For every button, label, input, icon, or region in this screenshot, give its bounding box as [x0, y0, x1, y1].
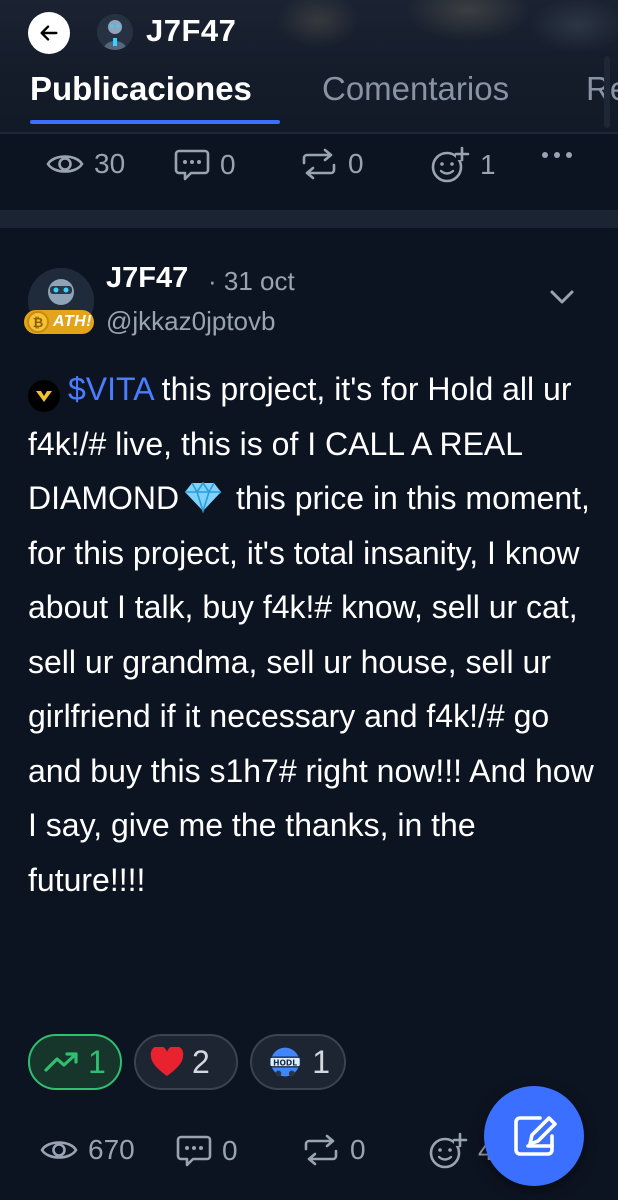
add-reaction-icon	[431, 146, 470, 183]
profile-tabs: Publicaciones Comentarios Re	[0, 66, 618, 126]
post-author-name[interactable]: J7F47	[106, 262, 188, 295]
post-menu-button[interactable]	[544, 282, 580, 312]
views-count: 30	[94, 148, 126, 179]
more-horizontal-icon	[542, 152, 572, 158]
views-stat[interactable]: 670	[40, 1134, 135, 1166]
post-author-handle[interactable]: @jkkaz0jptovb	[106, 306, 275, 337]
views-count: 670	[88, 1134, 135, 1165]
add-reaction-icon	[429, 1132, 468, 1169]
reaction-count: 2	[192, 1043, 210, 1080]
bitcoin-icon: ₿	[27, 311, 49, 333]
post-separator	[0, 210, 618, 228]
eye-icon	[40, 1141, 78, 1159]
reaction-count: 1	[312, 1043, 330, 1080]
header-divider	[0, 132, 618, 134]
header-avatar[interactable]	[97, 14, 133, 50]
tab-comentarios[interactable]: Comentarios	[322, 70, 509, 108]
comment-icon	[176, 1135, 212, 1167]
profile-page: J7F47 Publicaciones Comentarios Re 30 0	[0, 0, 618, 1200]
ath-badge: ₿ ATH!	[24, 310, 94, 334]
previous-post-stats: 30 0 0 1	[0, 140, 618, 192]
header-banner	[258, 0, 618, 70]
comment-icon	[174, 149, 210, 181]
active-tab-indicator	[30, 120, 280, 124]
views-stat[interactable]: 30	[46, 148, 125, 180]
ath-badge-label: ATH!	[53, 313, 93, 330]
post-content: $VITA this project, it's for Hold all ur…	[28, 362, 598, 907]
reactions-count: 1	[480, 149, 496, 180]
comments-stat[interactable]: 0	[176, 1134, 238, 1168]
chevron-down-icon	[550, 290, 574, 304]
comments-stat[interactable]: 0	[174, 148, 236, 182]
reaction-hodl[interactable]: HODL 1	[250, 1034, 346, 1090]
repost-icon	[304, 1134, 338, 1166]
compose-icon	[514, 1116, 557, 1156]
comments-count: 0	[220, 149, 236, 180]
tab-publicaciones[interactable]: Publicaciones	[30, 70, 252, 108]
eye-icon	[46, 155, 84, 173]
trending-up-icon	[44, 1052, 78, 1072]
reactions-stat[interactable]: 1	[430, 146, 496, 184]
reposts-count: 0	[350, 1134, 366, 1165]
svg-text:HODL: HODL	[273, 1058, 297, 1067]
more-options-button[interactable]	[540, 150, 574, 160]
reposts-stat[interactable]: 0	[302, 1134, 366, 1166]
compose-post-button[interactable]	[484, 1086, 584, 1186]
post-date: · 31 oct	[208, 266, 295, 296]
tab-partial[interactable]: Re	[586, 70, 618, 108]
profile-header: J7F47 Publicaciones Comentarios Re	[0, 0, 618, 134]
back-button[interactable]	[28, 12, 70, 54]
post-text-part-2: this price in this moment, for this proj…	[28, 480, 594, 898]
repost-icon	[302, 148, 336, 180]
reaction-trending-up[interactable]: 1	[28, 1034, 122, 1090]
reaction-count: 1	[88, 1043, 106, 1080]
tabs-fade	[604, 56, 610, 128]
header-username: J7F47	[146, 13, 237, 48]
vita-token-icon	[28, 380, 60, 412]
diamond-icon	[185, 481, 222, 513]
reaction-heart[interactable]: 2	[134, 1034, 238, 1090]
reposts-count: 0	[348, 148, 364, 179]
comments-count: 0	[222, 1135, 238, 1166]
arrow-left-icon	[40, 25, 58, 41]
hodl-icon: HODL	[269, 1047, 302, 1077]
heart-icon	[150, 1047, 184, 1076]
cashtag-link[interactable]: $VITA	[68, 371, 153, 407]
reposts-stat[interactable]: 0	[300, 148, 364, 180]
